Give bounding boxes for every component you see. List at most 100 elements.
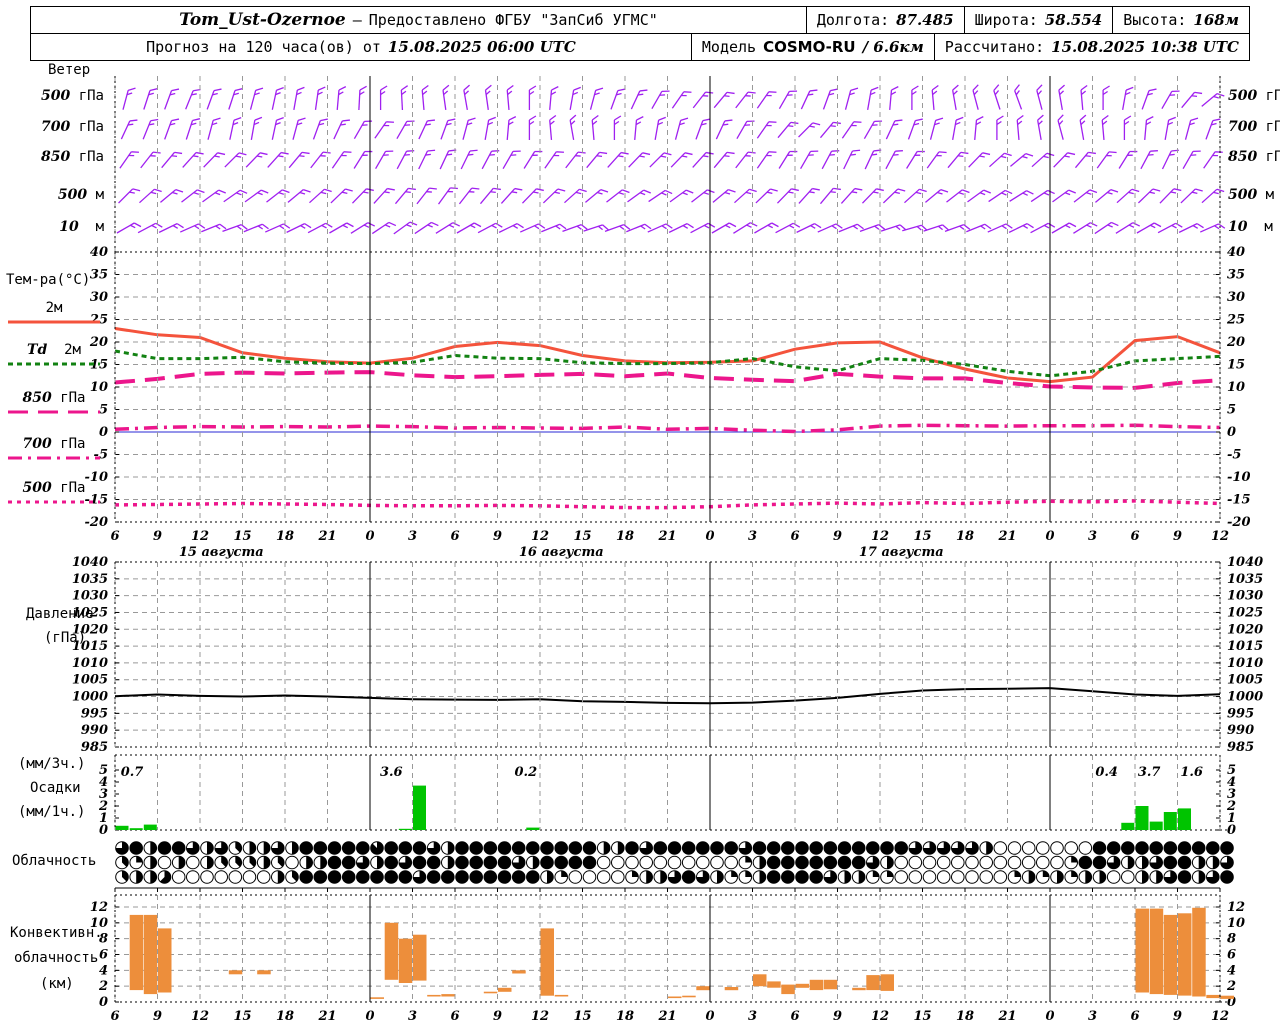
svg-text:1000: 1000 — [72, 690, 108, 705]
convective-bar — [682, 995, 696, 998]
legend-item-t2m: 2м — [2, 300, 106, 326]
svg-text:1030: 1030 — [1227, 589, 1263, 604]
svg-text:18: 18 — [276, 529, 294, 544]
convective-bar — [554, 994, 569, 997]
svg-text:6: 6 — [110, 529, 119, 544]
legend-swatch-t700 — [8, 456, 100, 460]
convective-bar — [724, 987, 739, 991]
svg-text:3: 3 — [748, 529, 757, 544]
svg-text:5: 5 — [99, 763, 108, 778]
cloud-row-2 — [115, 870, 1234, 884]
svg-text:10: 10 — [1227, 916, 1245, 931]
svg-text:6: 6 — [1227, 948, 1236, 963]
svg-text:985: 985 — [81, 740, 108, 755]
svg-text:0: 0 — [1045, 529, 1054, 544]
svg-text:0: 0 — [365, 1009, 374, 1024]
svg-text:21: 21 — [317, 529, 336, 544]
svg-text:0: 0 — [705, 1009, 714, 1024]
svg-text:12: 12 — [90, 900, 108, 915]
svg-text:21: 21 — [657, 529, 676, 544]
date-labels: 15 августа 16 августа 17 августа — [179, 545, 944, 560]
svg-text:2: 2 — [1226, 979, 1236, 994]
wind-level-label-10m-left: 10 м — [59, 219, 104, 235]
svg-text:15: 15 — [913, 529, 931, 544]
wind-level-label-500m-right: 500 м — [1228, 187, 1275, 203]
wind-barbs — [116, 84, 1226, 235]
svg-text:1010: 1010 — [72, 656, 108, 671]
vertical-gridlines — [114, 755, 1221, 830]
convective-bar — [540, 928, 554, 996]
svg-text:6: 6 — [790, 529, 799, 544]
convective-bar — [228, 970, 243, 975]
svg-text:12: 12 — [191, 529, 209, 544]
convective-bar — [1192, 907, 1206, 997]
svg-text:3.6: 3.6 — [380, 765, 403, 780]
convective-bar — [1135, 908, 1149, 993]
svg-text:17 августа: 17 августа — [859, 545, 944, 560]
convective-bar — [498, 987, 512, 992]
svg-text:15: 15 — [573, 1009, 591, 1024]
legend-swatch-t850 — [8, 410, 100, 414]
svg-text:985: 985 — [1227, 740, 1254, 755]
svg-text:2: 2 — [98, 979, 108, 994]
wind-level-label-850hpa-right: 850 гПа — [1228, 149, 1280, 165]
svg-text:15: 15 — [573, 529, 591, 544]
convective-bar — [781, 984, 795, 995]
svg-text:20: 20 — [1226, 335, 1245, 350]
svg-text:0: 0 — [1227, 425, 1236, 440]
convective-bar — [852, 987, 866, 991]
svg-text:35: 35 — [1227, 268, 1245, 283]
svg-text:15: 15 — [1227, 358, 1245, 373]
svg-text:21: 21 — [997, 529, 1016, 544]
svg-text:12: 12 — [191, 1009, 209, 1024]
svg-text:1000: 1000 — [1227, 690, 1263, 705]
convective-bar — [1149, 908, 1164, 995]
temperature-section-title: Тем-ра(°C) — [6, 272, 91, 288]
svg-text:9: 9 — [1173, 1009, 1182, 1024]
svg-text:12: 12 — [871, 529, 889, 544]
svg-text:3: 3 — [1088, 529, 1097, 544]
svg-text:12: 12 — [531, 529, 549, 544]
convective-bar — [1163, 914, 1178, 995]
convective-bar — [441, 994, 455, 997]
svg-text:1015: 1015 — [1227, 639, 1263, 654]
convective-bar — [753, 974, 767, 987]
convective-title-line2: облачность — [14, 950, 99, 966]
wind-level-label-500m-left: 500 м — [57, 187, 104, 203]
convective-bar — [483, 991, 498, 994]
svg-text:0: 0 — [705, 529, 714, 544]
pressure-unit-label: (гПа) — [44, 630, 87, 646]
svg-text:35: 35 — [90, 268, 108, 283]
svg-text:1030: 1030 — [72, 589, 108, 604]
svg-text:3.7: 3.7 — [1138, 765, 1161, 780]
svg-text:40: 40 — [90, 245, 108, 260]
svg-text:1005: 1005 — [72, 673, 108, 688]
svg-text:-20: -20 — [1227, 515, 1251, 530]
svg-text:5: 5 — [1227, 763, 1236, 778]
svg-text:12: 12 — [1211, 529, 1229, 544]
convective-bar — [1220, 995, 1234, 999]
svg-text:30: 30 — [1227, 290, 1245, 305]
svg-text:1025: 1025 — [1227, 605, 1263, 620]
convective-bar — [129, 914, 144, 991]
svg-text:1.6: 1.6 — [1180, 765, 1203, 780]
svg-text:3: 3 — [408, 1009, 417, 1024]
time-axis-labels-bottom: 6 9 12 15 18 21 0 3 6 9 12 15 18 21 0 3 6 9 12 15 18 21 0 3 6 9 12 — [110, 1009, 1229, 1024]
svg-text:18: 18 — [956, 529, 974, 544]
svg-text:5: 5 — [1227, 403, 1236, 418]
svg-text:1040: 1040 — [72, 555, 108, 570]
svg-text:-5: -5 — [1227, 448, 1241, 463]
convective-bar — [384, 922, 399, 980]
precip-bar — [1178, 808, 1191, 830]
svg-text:40: 40 — [1227, 245, 1245, 260]
svg-text:6: 6 — [450, 529, 459, 544]
svg-text:4: 4 — [99, 963, 108, 978]
svg-text:1035: 1035 — [1227, 572, 1263, 587]
svg-text:21: 21 — [317, 1009, 336, 1024]
svg-text:12: 12 — [871, 1009, 889, 1024]
svg-text:3: 3 — [408, 529, 417, 544]
svg-text:9: 9 — [833, 1009, 842, 1024]
legend-swatch-t500 — [8, 500, 100, 504]
convective-bar — [1206, 994, 1220, 999]
wind-level-label-500hpa-left: 500 гПа — [41, 88, 104, 104]
